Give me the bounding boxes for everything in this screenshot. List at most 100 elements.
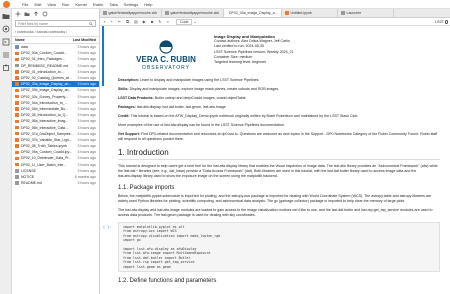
package-imports-paragraph-2: The lsst.afw.display and lsst.afw.image … [118, 208, 433, 217]
description-paragraph: Description: Learn to display and manipu… [118, 78, 440, 83]
tab-untitled-notebook[interactable]: Untitled.ipynb [282, 9, 338, 17]
folder-icon[interactable] [2, 12, 10, 20]
logo-text-line1: VERA C. RUBIN [136, 55, 196, 64]
search-icon [89, 21, 93, 26]
tab-launcher[interactable]: Launcher [338, 9, 394, 17]
introduction-paragraph: This tutorial is designed to help users … [118, 164, 438, 178]
code-line: import lsst.geom as geom [123, 264, 171, 269]
tab-bar: gatorHedarallyappe/mouhe.ckh gatorHedara… [100, 9, 450, 18]
tab-text-file-2[interactable]: gatorHedarallyappe/mouhe.ckh [162, 9, 224, 17]
tab-label: DP02_03a_Image_Display_a... [229, 11, 278, 15]
file-name: DP02_08_Truth_Tables.ipynb [21, 144, 67, 149]
filter-placeholder: Filter files by name [18, 21, 49, 26]
copy-icon[interactable]: ⧉ [126, 19, 129, 24]
new-launcher-icon[interactable] [15, 11, 21, 17]
data-products-paragraph: LSST Data Products: Butler calexp and de… [118, 96, 440, 101]
kernel-name[interactable]: LSST [435, 20, 444, 24]
code-cell[interactable]: [ ]: import matplotlib.pyplot as plt from… [103, 222, 440, 273]
file-icon [15, 181, 19, 185]
file-modified: 3 hours ago [77, 88, 97, 93]
package-imports-paragraph-1: Below, the matplotlib.pyplot submodule i… [118, 194, 432, 203]
cut-icon[interactable]: ✂ [118, 19, 121, 24]
file-modified: 3 hours ago [77, 168, 97, 173]
credit-paragraph: Credit: This tutorial is based on the AF… [118, 114, 440, 119]
file-name: DP02_05_Introduction_to_Q... [21, 113, 69, 118]
notebook-icon [15, 70, 19, 74]
upload-icon[interactable] [33, 11, 39, 17]
section-package-imports-heading: 1.1. Package imports [118, 185, 175, 191]
tab-label: gatorHedarallyappe/mouhe.ckh [170, 11, 220, 15]
file-name: DP02_04a_Introduction_to_... [21, 100, 68, 105]
column-name-header[interactable]: Name [15, 38, 25, 42]
run-icon[interactable]: ▶ [143, 19, 146, 24]
file-browser: Filter files by name / notebooks / tutor… [12, 9, 100, 294]
file-name: DP02_10_Deblender_Data_Pr... [21, 156, 72, 161]
logo-text-line2: OBSERVATORY [142, 65, 190, 71]
notebook-icon [15, 138, 19, 142]
folder-icon [15, 45, 19, 49]
examples-paragraph: More examples of the use of lsst.afw.dis… [118, 123, 285, 127]
restart-icon[interactable]: ↻ [158, 19, 161, 24]
menu-edit[interactable]: Edit [34, 2, 41, 7]
commands-icon[interactable] [2, 38, 10, 46]
notebook-icon [15, 82, 19, 86]
skills-text: Display and manipulate images, explore i… [129, 87, 280, 91]
refresh-icon[interactable] [42, 11, 48, 17]
packages-label: Packages: [118, 105, 136, 109]
tab-text-file-1[interactable]: gatorHedarallyappe/mouhe.ckh [100, 9, 162, 17]
packages-text: lsst.afw.display, lsst.daf.butler, lsst.… [136, 105, 226, 109]
column-modified-header[interactable]: Last Modified [73, 38, 96, 42]
file-modified: 3 hours ago [77, 162, 97, 167]
menu-view[interactable]: View [47, 2, 56, 7]
file-name: DP02_09a_Custom_Coadd.ipy... [21, 150, 72, 155]
file-icon [165, 11, 169, 15]
save-icon[interactable]: ▪ [104, 19, 105, 24]
menu-rubin[interactable]: Rubin [93, 2, 103, 7]
file-modified: 3 hours ago [77, 51, 97, 56]
file-list-item[interactable]: README.md 3 hours ago [12, 180, 99, 186]
stop-icon[interactable]: ■ [151, 19, 153, 24]
file-name: DP02_07a_DiaObject_Samples... [21, 131, 74, 136]
file-modified: 3 hours ago [77, 69, 97, 74]
packages-paragraph: Packages: lsst.afw.display, lsst.daf.but… [118, 105, 440, 110]
file-modified: 3 hours ago [77, 106, 97, 111]
menu-settings[interactable]: Settings [124, 2, 138, 7]
tab-label: Launcher [346, 11, 362, 15]
skills-paragraph: Skills: Display and manipulate images, e… [118, 87, 440, 92]
menu-kernel[interactable]: Kernel [75, 2, 87, 7]
description-label: Description: [118, 78, 139, 82]
file-modified: 3 hours ago [77, 119, 97, 124]
fast-forward-icon[interactable]: » [167, 19, 169, 24]
file-modified: 3 hours ago [77, 144, 97, 149]
notebook-icon [15, 88, 19, 93]
notebook-header: VERA C. RUBIN OBSERVATORY Image Display … [118, 32, 440, 78]
notebook-panel[interactable]: VERA C. RUBIN OBSERVATORY Image Display … [100, 26, 450, 294]
file-modified: 3 hours ago [77, 45, 97, 50]
code-editor[interactable]: import matplotlib.pyplot as plt from astr… [123, 225, 435, 269]
file-modified: 3 hours ago [77, 137, 97, 142]
cell-prompt: [ ]: [103, 225, 112, 229]
toc-icon[interactable] [2, 51, 10, 59]
file-modified: 3 hours ago [77, 76, 97, 81]
extension-icon[interactable] [2, 64, 10, 72]
add-cell-icon[interactable]: + [110, 19, 112, 24]
file-name: DP02_00a_Custom_Coadd... [21, 51, 67, 56]
paste-icon[interactable]: ▤ [134, 19, 138, 24]
running-icon[interactable] [2, 25, 10, 33]
rubin-observatory-logo: VERA C. RUBIN OBSERVATORY [136, 40, 196, 71]
menu-help[interactable]: Help [144, 2, 152, 7]
menu-tabs[interactable]: Tabs [109, 2, 117, 7]
menu-file[interactable]: File [22, 2, 28, 7]
menu-run[interactable]: Run [62, 2, 69, 7]
file-name: NOTICE [21, 175, 35, 180]
file-name: DP02_02_Catalog_Queries_wi... [21, 76, 72, 81]
filter-files-input[interactable]: Filter files by name [15, 20, 96, 27]
new-folder-icon[interactable] [24, 11, 30, 17]
notebook-icon [15, 131, 19, 136]
file-name: DP02_06b_Interactive_Cata... [21, 125, 68, 130]
notebook-icon [15, 107, 19, 111]
chevron-down-icon[interactable]: ⌄ [193, 19, 196, 24]
breadcrumb[interactable]: / notebooks / tutorial-notebooks / [12, 28, 99, 36]
tab-image-display-notebook[interactable]: DP02_03a_Image_Display_a... × [224, 9, 282, 17]
cell-type-select[interactable]: Code [175, 18, 193, 25]
